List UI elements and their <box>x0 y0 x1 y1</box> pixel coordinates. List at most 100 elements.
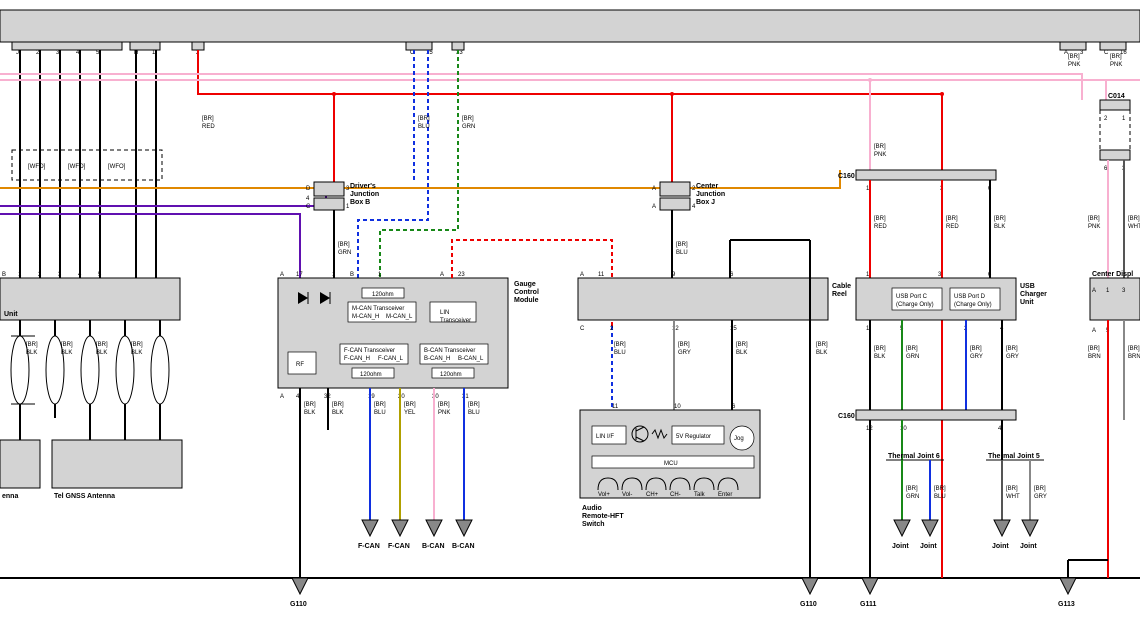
svg-text:A: A <box>652 204 656 210</box>
svg-text:B: B <box>350 272 354 278</box>
usb-charger-unit: USBChargerUnit USB Port C(Charge Only) U… <box>856 272 1047 332</box>
svg-text:23: 23 <box>458 272 465 278</box>
svg-text:C160: C160 <box>838 173 855 180</box>
arrow-joint-6b: Joint <box>920 520 938 550</box>
svg-text:CableReel: CableReel <box>832 283 851 298</box>
svg-text:RF: RF <box>296 362 304 368</box>
svg-text:Unit: Unit <box>4 311 18 318</box>
svg-text:M-CAN Transceiver: M-CAN Transceiver <box>352 306 404 312</box>
svg-text:Enter: Enter <box>718 492 732 498</box>
svg-text:Joint: Joint <box>892 543 909 550</box>
drivers-junction-box: Driver'sJunctionBox B D 3 4 C 1 <box>306 182 379 210</box>
arrow-joint-6a: Joint <box>892 520 910 550</box>
c160-top: C160 1 3 6 <box>838 170 996 192</box>
svg-text:G110: G110 <box>290 601 307 608</box>
svg-text:F-CAN: F-CAN <box>388 543 410 550</box>
svg-text:CH-: CH- <box>670 492 681 498</box>
svg-text:G111: G111 <box>860 601 876 608</box>
top-conn-a <box>1060 42 1086 50</box>
svg-text:CenterJunctionBox J: CenterJunctionBox J <box>696 183 725 206</box>
svg-text:3: 3 <box>58 272 62 278</box>
svg-text:[BR]GRN: [BR]GRN <box>906 486 919 500</box>
svg-text:120ohm: 120ohm <box>372 292 394 298</box>
svg-text:B-CAN_L: B-CAN_L <box>458 356 484 362</box>
svg-text:[BR]WHT: [BR]WHT <box>1128 216 1140 230</box>
svg-text:MCU: MCU <box>664 461 678 467</box>
svg-text:A: A <box>280 272 284 278</box>
top-conn-j <box>12 42 122 50</box>
wfo-lbl1: [WFO] <box>28 164 46 170</box>
svg-text:5: 5 <box>98 272 102 278</box>
svg-text:3: 3 <box>1080 50 1084 56</box>
svg-text:[BR]BLK: [BR]BLK <box>61 342 73 356</box>
svg-text:USBChargerUnit: USBChargerUnit <box>1020 283 1047 306</box>
thermal-joint-6: Thermal Joint 6 [BR]GRN [BR]BLU <box>870 420 946 578</box>
svg-text:GaugeControlModule: GaugeControlModule <box>514 281 539 304</box>
svg-text:[BR]GRY: [BR]GRY <box>1034 486 1047 500</box>
unit-cables: [BR]BLK [BR]BLK [BR]BLK [BR]BLK <box>11 336 169 404</box>
svg-text:[BR]BLK: [BR]BLK <box>96 342 108 356</box>
top-conn-c <box>406 42 432 50</box>
wire-purple <box>0 194 326 206</box>
svg-text:A: A <box>1092 328 1096 334</box>
svg-text:A: A <box>1092 288 1096 294</box>
lbl-red-top: [BR]RED <box>202 116 215 130</box>
svg-text:AudioRemote-HFTSwitch: AudioRemote-HFTSwitch <box>582 505 624 528</box>
bus-bar <box>0 10 1140 42</box>
svg-text:[BR]BLK: [BR]BLK <box>26 342 38 356</box>
svg-text:Thermal Joint 5: Thermal Joint 5 <box>988 453 1040 460</box>
unit-module: Unit B 1 2 3 4 5 <box>0 272 180 320</box>
arrow-fcan1: F-CAN <box>358 520 380 550</box>
svg-text:[BR]BLU: [BR]BLU <box>934 486 946 500</box>
svg-text:1: 1 <box>332 272 336 278</box>
antenna <box>0 440 40 488</box>
ground-g113: G113 <box>1058 578 1076 608</box>
svg-text:6: 6 <box>732 404 736 410</box>
arrow-joint-5b: Joint <box>1020 520 1038 550</box>
svg-text:Joint: Joint <box>920 543 937 550</box>
svg-text:10: 10 <box>674 404 681 410</box>
audio-remote-hft: AudioRemote-HFTSwitch 11 10 6 LIN I/F 5V… <box>580 404 760 528</box>
svg-text:B-CAN_H: B-CAN_H <box>424 356 450 362</box>
lbl-blu-reel: [BR]BLU <box>614 342 626 356</box>
svg-text:Driver'sJunctionBox B: Driver'sJunctionBox B <box>350 183 379 206</box>
svg-text:4: 4 <box>306 196 310 202</box>
svg-text:[BR]BLK: [BR]BLK <box>736 342 748 356</box>
svg-text:4: 4 <box>78 272 82 278</box>
svg-text:[BR]PNK: [BR]PNK <box>1088 216 1100 230</box>
svg-text:[BR]BLK: [BR]BLK <box>994 216 1006 230</box>
svg-text:CH+: CH+ <box>646 492 659 498</box>
svg-text:[BR]GRN: [BR]GRN <box>906 346 919 360</box>
top-conn-h2 <box>192 42 204 50</box>
arrow-joint-5a: Joint <box>992 520 1010 550</box>
lbl-pnk-c160: [BR]PNK <box>874 144 886 158</box>
thermal-joint-5: Thermal Joint 5 [BR]WHT [BR]GRY <box>986 420 1047 520</box>
gauge-control-module: GaugeControlModule A 17 1 B 1 A 23 A 4 3… <box>278 272 539 400</box>
svg-text:C: C <box>1104 50 1109 56</box>
svg-text:[BR]YEL: [BR]YEL <box>404 402 416 416</box>
arrow-bcan2: B-CAN <box>452 520 475 550</box>
svg-text:Talk: Talk <box>694 492 706 498</box>
svg-text:[BR]GRY: [BR]GRY <box>1006 346 1019 360</box>
svg-text:11: 11 <box>598 272 605 278</box>
top-pins-mid: C 15 33 <box>410 50 463 56</box>
svg-text:[BR]BRN: [BR]BRN <box>1088 346 1101 360</box>
c014: C014 2 1 6 3 <box>1100 93 1130 172</box>
wire-green-dash <box>380 50 458 278</box>
svg-text:2: 2 <box>610 326 614 332</box>
svg-text:[BR]PNK: [BR]PNK <box>438 402 450 416</box>
c160-bottom: C160 12 10 4 <box>838 410 1016 432</box>
svg-text:[BR]BLK: [BR]BLK <box>874 346 886 360</box>
svg-text:[BR]BLK: [BR]BLK <box>131 342 143 356</box>
svg-text:11: 11 <box>612 404 619 410</box>
top-pins-left: J 2 3 4 5 H 1 2 <box>16 50 200 56</box>
svg-text:C: C <box>306 204 311 210</box>
svg-text:A: A <box>652 186 656 192</box>
center-display: Center Displ A 1 3 A 5 <box>1090 271 1140 334</box>
svg-text:J: J <box>16 50 19 56</box>
center-junction-box: CenterJunctionBox J A 2 A 4 <box>652 182 725 210</box>
svg-text:F-CAN_H: F-CAN_H <box>344 356 370 362</box>
svg-text:[BR]BLK: [BR]BLK <box>304 402 316 416</box>
svg-text:5V Regulator: 5V Regulator <box>676 434 711 440</box>
lbl-pnk-c16: [BR]PNK <box>1110 54 1122 68</box>
